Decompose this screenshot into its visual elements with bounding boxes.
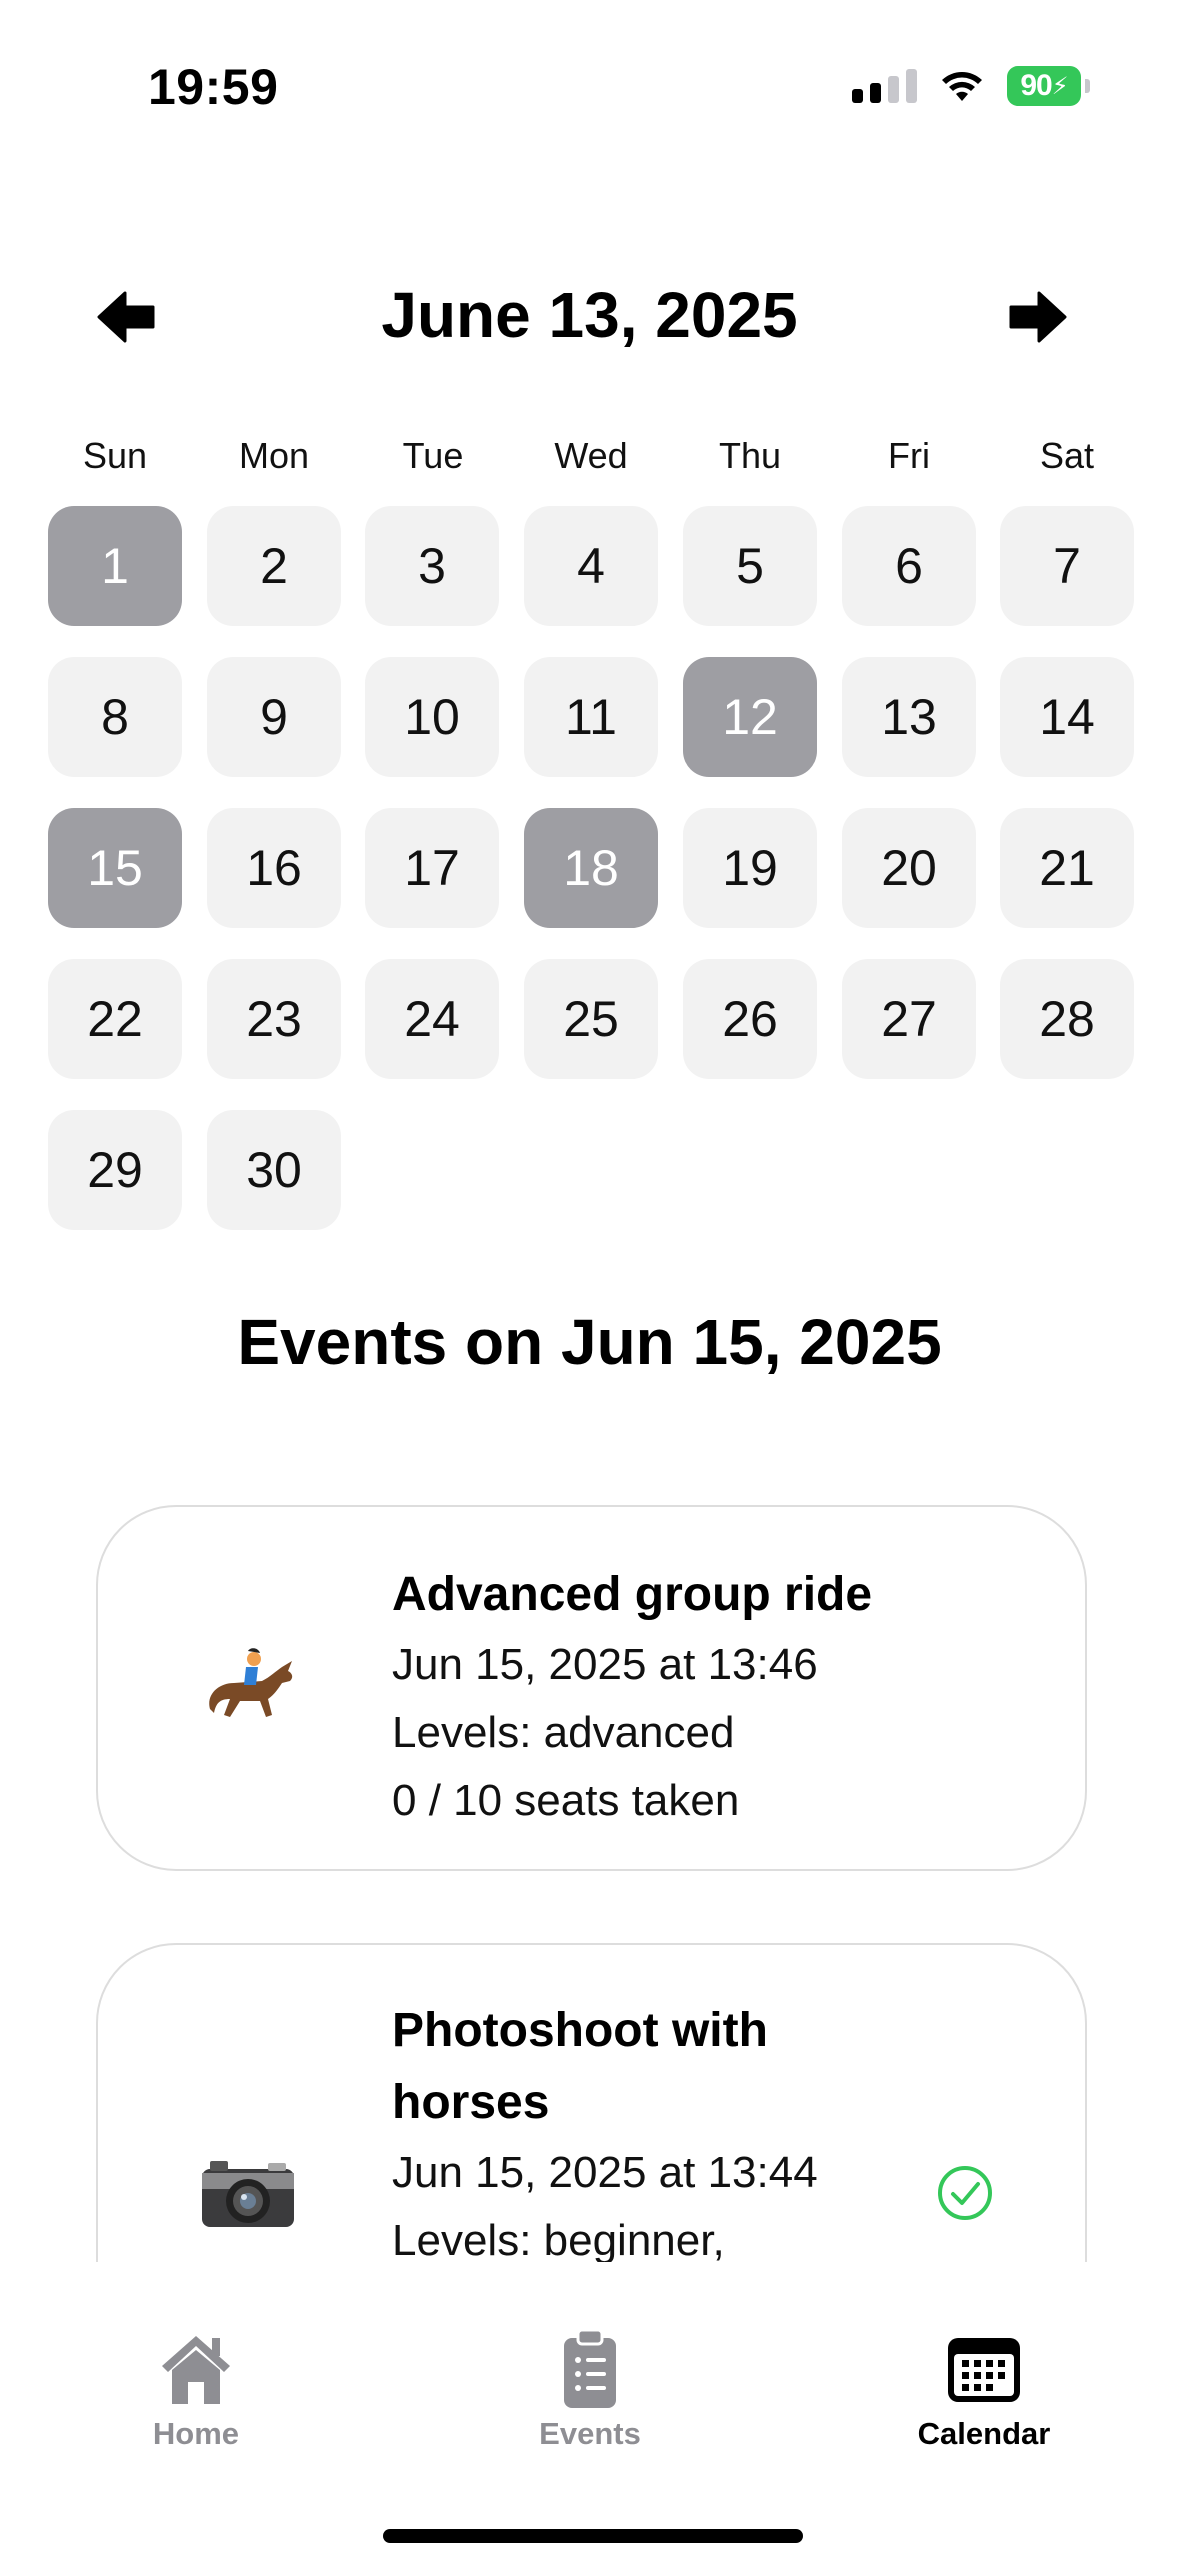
cellular-signal-icon: [852, 69, 917, 103]
calendar-day-2[interactable]: 2: [207, 506, 341, 626]
events-heading: Events on Jun 15, 2025: [237, 1306, 942, 1378]
calendar-day-27[interactable]: 27: [842, 959, 976, 1079]
calendar-day-9[interactable]: 9: [207, 657, 341, 777]
weekday-label: Wed: [554, 435, 628, 476]
tab-home[interactable]: Home: [76, 2326, 316, 2452]
tab-label: Calendar: [917, 2416, 1051, 2451]
calendar-day-20[interactable]: 20: [842, 808, 976, 928]
calendar-day-26[interactable]: 26: [683, 959, 817, 1079]
calendar-day-19[interactable]: 19: [683, 808, 817, 928]
event-levels: Levels: advanced: [392, 1708, 735, 1757]
event-title: Photoshoot with horses: [392, 2004, 768, 2129]
arrow-right-icon[interactable]: [1005, 285, 1069, 349]
calendar-day-28[interactable]: 28: [1000, 959, 1134, 1079]
event-seats: 0 / 10 seats taken: [392, 1776, 740, 1825]
check-circle-icon: [938, 2166, 992, 2220]
clipboard-list-icon: [564, 2328, 616, 2408]
calendar-day-30[interactable]: 30: [207, 1110, 341, 1230]
calendar-day-23[interactable]: 23: [207, 959, 341, 1079]
calendar-day-24[interactable]: 24: [365, 959, 499, 1079]
status-time: 19:59: [148, 59, 279, 115]
calendar-day-22[interactable]: 22: [48, 959, 182, 1079]
month-title: June 13, 2025: [381, 279, 798, 351]
calendar-day-21[interactable]: 21: [1000, 808, 1134, 928]
house-icon: [162, 2336, 230, 2404]
weekday-label: Sun: [82, 435, 148, 476]
calendar-day-17[interactable]: 17: [365, 808, 499, 928]
calendar-day-5[interactable]: 5: [683, 506, 817, 626]
weekday-label: Sat: [1039, 435, 1095, 476]
calendar-day-10[interactable]: 10: [365, 657, 499, 777]
tab-bar: Home Events Calendar: [0, 2262, 1179, 2556]
weekday-label: Mon: [238, 435, 310, 476]
calendar-day-6[interactable]: 6: [842, 506, 976, 626]
battery-icon: 90 ⚡: [1007, 66, 1090, 106]
weekday-header: Sun Mon Tue Wed Thu Fri Sat: [48, 435, 1134, 480]
weekday-label: Tue: [402, 435, 464, 476]
event-title: Advanced group ride: [392, 1568, 873, 1621]
calendar-day-13[interactable]: 13: [842, 657, 976, 777]
calendar-icon: [948, 2338, 1020, 2402]
tab-label: Events: [539, 2416, 641, 2451]
event-datetime: Jun 15, 2025 at 13:44: [392, 2148, 818, 2197]
calendar-day-25[interactable]: 25: [524, 959, 658, 1079]
camera-icon: [202, 2161, 294, 2227]
weekday-label: Thu: [718, 435, 782, 476]
event-details: Advanced group ride Jun 15, 2025 at 13:4…: [392, 1559, 872, 1835]
calendar-day-3[interactable]: 3: [365, 506, 499, 626]
tab-events[interactable]: Events: [470, 2326, 710, 2452]
calendar-day-15[interactable]: 15: [48, 808, 182, 928]
event-card[interactable]: Advanced group ride Jun 15, 2025 at 13:4…: [96, 1505, 1087, 1871]
calendar-day-29[interactable]: 29: [48, 1110, 182, 1230]
weekday-label: Fri: [888, 435, 930, 476]
home-indicator[interactable]: [383, 2529, 803, 2543]
event-datetime: Jun 15, 2025 at 13:46: [392, 1640, 818, 1689]
event-details: Photoshoot with horses Jun 15, 2025 at 1…: [392, 1995, 818, 2275]
calendar-day-14[interactable]: 14: [1000, 657, 1134, 777]
calendar-day-16[interactable]: 16: [207, 808, 341, 928]
calendar-day-8[interactable]: 8: [48, 657, 182, 777]
calendar-day-4[interactable]: 4: [524, 506, 658, 626]
calendar-day-1[interactable]: 1: [48, 506, 182, 626]
status-indicators: 90 ⚡: [852, 66, 1090, 106]
tab-label: Home: [152, 2416, 240, 2451]
screen: 19:59 90 ⚡ June 13, 2025 Sun Mon Tue Wed …: [0, 0, 1179, 2556]
horse-racing-icon: [209, 1648, 293, 1717]
tab-calendar[interactable]: Calendar: [864, 2326, 1104, 2452]
calendar-day-12[interactable]: 12: [683, 657, 817, 777]
battery-level: 90: [1020, 69, 1052, 102]
wifi-icon: [942, 72, 982, 101]
calendar-day-11[interactable]: 11: [524, 657, 658, 777]
calendar-day-18[interactable]: 18: [524, 808, 658, 928]
calendar-day-7[interactable]: 7: [1000, 506, 1134, 626]
